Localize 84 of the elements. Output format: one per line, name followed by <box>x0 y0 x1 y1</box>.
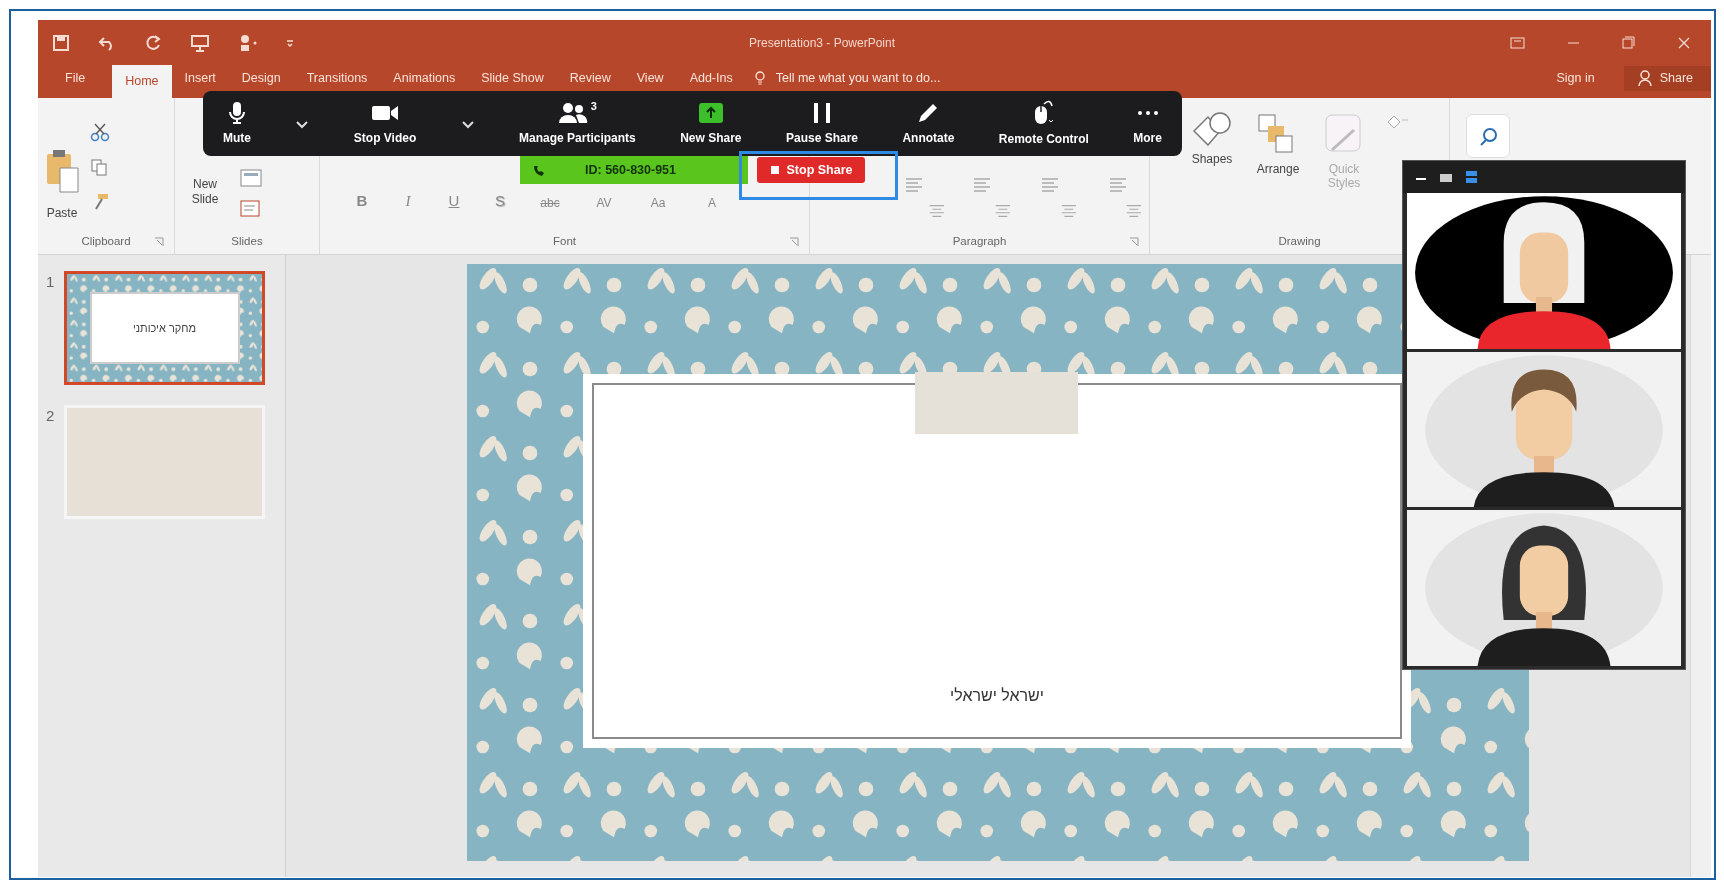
touch-mode-icon[interactable] <box>238 32 258 53</box>
people-icon <box>557 100 588 125</box>
chevron-icon <box>295 118 310 129</box>
stop-icon <box>769 165 780 175</box>
pause-button[interactable]: Pause Share <box>781 100 862 147</box>
meeting-id: ID: 560-830-951 <box>585 161 677 179</box>
person-icon <box>1637 70 1652 87</box>
ribbon-tab[interactable]: Animations <box>380 66 469 91</box>
dialog-launcher-icon[interactable] <box>789 237 799 247</box>
tell-me-field[interactable]: Tell me what you want to do... <box>773 67 1054 89</box>
group-label: Clipboard <box>81 234 131 250</box>
redo-icon[interactable] <box>144 33 162 52</box>
format-button[interactable]: B <box>340 189 384 212</box>
shapes-icon <box>1193 112 1231 146</box>
new-slide-button[interactable]: New Slide <box>181 177 229 206</box>
restore-icon[interactable] <box>1622 35 1635 50</box>
gallery-view-icon[interactable] <box>1439 171 1453 183</box>
customize-icon[interactable] <box>286 37 294 48</box>
dialog-launcher-icon[interactable] <box>1129 237 1139 247</box>
chevron-icon <box>460 118 475 129</box>
close-icon[interactable] <box>1677 35 1691 50</box>
align-center-icon[interactable] <box>993 202 1012 220</box>
more-button[interactable]: More <box>1129 100 1166 147</box>
paste-button[interactable]: Paste <box>44 147 80 220</box>
ribbon-tab[interactable]: Slide Show <box>468 66 557 91</box>
ribbon-tab[interactable]: Transitions <box>293 66 381 91</box>
slide-text: ישראל ישראלי <box>950 686 1044 706</box>
arrange-button[interactable]: Arrange <box>1252 112 1304 177</box>
group-label: Slides <box>231 234 263 250</box>
participant-count: 3 <box>590 100 597 112</box>
remote-button[interactable]: Remote Control <box>994 99 1093 148</box>
text-align-icon[interactable] <box>1125 202 1143 220</box>
copy-icon[interactable] <box>90 158 108 176</box>
group-label: Paragraph <box>952 234 1007 250</box>
ribbon-tab[interactable]: Add-Ins <box>676 66 746 91</box>
group-label: Drawing <box>1278 234 1321 250</box>
justify-icon[interactable] <box>1059 202 1078 220</box>
format-button[interactable]: I <box>386 189 430 212</box>
slide-number: 2 <box>46 406 56 426</box>
window-title: Presentation3 - PowerPoint <box>747 34 897 52</box>
speaker-view-icon[interactable] <box>1465 170 1478 184</box>
slide-number: 1 <box>46 272 56 292</box>
indent-icon[interactable] <box>904 176 924 194</box>
slide-thumbnail[interactable]: מחקר איכותני <box>64 271 265 385</box>
layout-icon[interactable] <box>239 166 263 188</box>
dialog-launcher-icon[interactable] <box>154 237 164 247</box>
ribbon-options-icon[interactable] <box>1510 35 1525 50</box>
format-button[interactable]: U <box>432 189 476 212</box>
cut-icon[interactable] <box>90 122 110 142</box>
video-button[interactable]: Stop Video <box>349 100 421 147</box>
format-button[interactable]: Aa <box>632 194 684 212</box>
ribbon-tab[interactable]: Design <box>228 66 294 91</box>
ribbon-tab[interactable]: Insert <box>171 66 229 91</box>
shapes-button[interactable]: Shapes <box>1186 112 1238 167</box>
lightbulb-icon <box>753 71 766 85</box>
format-button[interactable]: abc <box>524 194 576 212</box>
presentation-icon[interactable] <box>190 32 210 53</box>
scrollbar[interactable] <box>1690 255 1711 877</box>
stop-share-button[interactable]: Stop Share <box>757 157 865 183</box>
format-button[interactable]: AV <box>578 194 630 212</box>
ribbon-tab[interactable]: Review <box>556 66 624 91</box>
annotate-button[interactable]: Annotate <box>898 100 959 147</box>
sign-in-link[interactable]: Sign in <box>1543 66 1608 91</box>
ribbon-tab[interactable]: File <box>52 66 99 91</box>
paste-icon <box>44 147 80 194</box>
mute-button[interactable]: Mute <box>219 100 255 147</box>
format-button[interactable]: A <box>686 194 738 212</box>
phone-icon <box>532 163 545 177</box>
slide-thumbnail[interactable] <box>64 405 265 519</box>
microphone-icon <box>226 100 248 125</box>
participants-button[interactable]: 3 Manage Participants <box>515 100 640 147</box>
search-icon <box>1478 126 1498 146</box>
ribbon-tab[interactable]: View <box>623 66 677 91</box>
save-icon[interactable] <box>52 33 70 52</box>
format-button[interactable]: S <box>478 189 522 212</box>
ribbon-tab[interactable]: Home <box>112 65 172 98</box>
align-left-icon[interactable] <box>928 202 946 220</box>
share-screen-icon <box>697 100 724 125</box>
slide-title: מחקר איכותני <box>132 320 197 336</box>
share-button[interactable]: Share <box>1623 66 1711 91</box>
group-label: Font <box>553 234 576 250</box>
share-button[interactable]: New Share <box>676 100 746 147</box>
search-button[interactable] <box>1466 114 1510 158</box>
more-icon <box>1137 110 1158 115</box>
